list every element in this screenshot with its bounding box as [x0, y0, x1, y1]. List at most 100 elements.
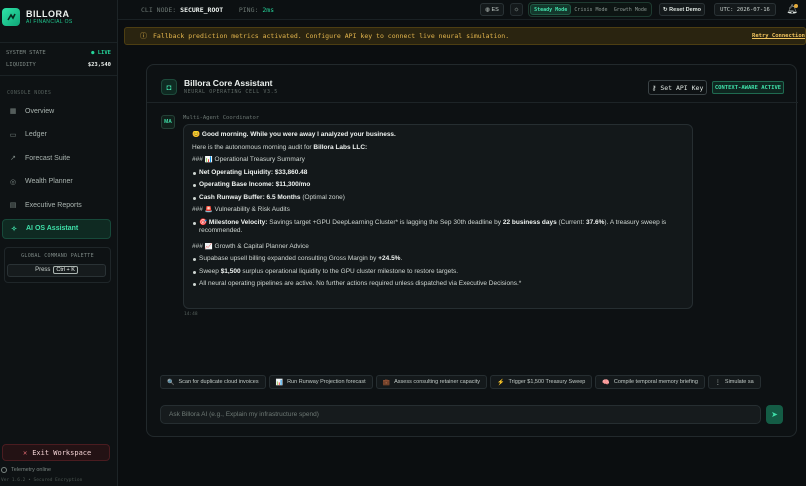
intro-line: Here is the autonomous morning audit for… [192, 144, 684, 157]
exit-workspace-button[interactable]: ✕ Exit Workspace [2, 444, 110, 461]
sidebar-item-label: Executive Reports [25, 201, 82, 209]
sidebar: BILLORA AI FINANCIAL OS SYSTEM STATE ● LI… [0, 0, 118, 486]
send-button[interactable]: ➤ [766, 405, 783, 424]
mode-switcher: Steady Mode Crisis Mode Growth Mode [528, 2, 652, 17]
metric-value: 6.5 Months [266, 193, 301, 201]
advice-text: Supabase upsell billing expanded consult… [199, 255, 379, 262]
list-item: Net Operating Liquidity: $33,860.48 [192, 169, 684, 182]
utc-clock: UTC: 2026-07-16 [714, 3, 776, 16]
metric-label: Operating Base Income: [199, 181, 274, 188]
console-nodes-label: CONSOLE NODES [7, 90, 52, 96]
sun-icon: ☼ [513, 6, 520, 13]
heading-growth: ### 📈 Growth & Capital Planner Advice [192, 242, 309, 250]
brand[interactable]: BILLORA AI FINANCIAL OS [0, 0, 117, 30]
reset-demo-button[interactable]: ↻ Reset Demo [659, 3, 705, 16]
percent-value: 37.6% [585, 218, 605, 226]
language-button[interactable]: ◍ ES [480, 3, 504, 16]
cli-status: CLI NODE: SECURE_ROOT PING: 2ms [141, 6, 274, 14]
palette-label: GLOBAL COMMAND PALETTE [21, 252, 94, 259]
telemetry-status: Telemetry online [1, 467, 51, 473]
palette-press-text: Press [35, 267, 51, 273]
sidebar-item-overview[interactable]: ▦ Overview [2, 101, 111, 121]
alert-message: Fallback prediction metrics activated. C… [153, 32, 510, 40]
advice-text: All neural operating pipelines are activ… [199, 280, 522, 287]
sidebar-item-label: AI OS Assistant [26, 225, 79, 232]
advice-text: surplus operational liquidity to the GPU… [240, 267, 459, 275]
list-item: Sweep $1,500 surplus operational liquidi… [192, 268, 684, 281]
metric-label: Net Operating Liquidity: [199, 168, 274, 176]
list-item: 🎯 Milestone Velocity: Savings target +GP… [192, 219, 684, 240]
version-text: Ver 1.6.2 • Secured Encryption [1, 478, 83, 483]
sidebar-item-ai-os-assistant[interactable]: ✧ AI OS Assistant [2, 218, 111, 239]
advice-text: . [400, 255, 403, 262]
list-item: Operating Base Income: $11,300/mo [192, 181, 684, 194]
liquidity-value: $23,540 [87, 62, 111, 68]
heading-treasury: ### 📊 Operational Treasury Summary [192, 156, 305, 163]
greeting-text: 😊 Good morning. While you were away I an… [192, 131, 396, 138]
fallback-alert: ⓘ Fallback prediction metrics activated.… [124, 27, 806, 45]
brand-subtitle: AI FINANCIAL OS [26, 19, 73, 25]
suggestion-chip[interactable]: 🧠 Compile temporal memory briefing [595, 375, 705, 389]
sidebar-item-label: Overview [25, 107, 55, 115]
key-icon: ⚷ [651, 83, 661, 92]
set-api-key-button[interactable]: ⚷ Set API Key [648, 80, 707, 95]
chip-icon: ⋮ [714, 379, 721, 386]
suggestion-chip[interactable]: 🔍 Scan for duplicate cloud invoices [160, 375, 266, 389]
theme-toggle[interactable]: ☼ [510, 3, 523, 16]
crisis-mode-button[interactable]: Crisis Mode [571, 4, 610, 15]
chat-input[interactable]: Ask Billora AI (e.g., Explain my infrast… [160, 405, 761, 424]
cli-label: CLI NODE: [141, 6, 177, 14]
sparkle-icon: ✧ [11, 225, 17, 233]
sidebar-nav: ▦ Overview ▭ Ledger ↗ Forecast Suite ◎ Wealth P… [0, 101, 117, 239]
target-icon: 🎯 [199, 218, 208, 226]
velocity-text: (Current: [556, 218, 586, 226]
steady-mode-button[interactable]: Steady Mode [530, 4, 572, 15]
ledger-icon: ▭ [9, 131, 17, 139]
context-aware-badge: CONTEXT-AWARE ACTIVE [712, 81, 784, 94]
coordinator-label: Multi-Agent Coordinator [183, 115, 260, 121]
trend-icon: ↗ [10, 155, 16, 162]
suggestion-chips: 🔍 Scan for duplicate cloud invoices 📊 Run R… [160, 375, 785, 389]
brand-name: BILLORA [26, 9, 70, 19]
chip-label: Simulate sa [724, 379, 754, 385]
telemetry-text: Telemetry online [11, 467, 52, 473]
command-palette: GLOBAL COMMAND PALETTE Press Ctrl + K [4, 246, 111, 283]
sidebar-item-ledger[interactable]: ▭ Ledger [2, 125, 111, 145]
chip-label: Run Runway Projection forecast [287, 379, 366, 385]
notifications-button[interactable]: 🔔︎ [784, 2, 800, 17]
chip-icon: 🔍 [167, 379, 175, 386]
suggestion-chip[interactable]: 📊 Run Runway Projection forecast [268, 375, 373, 389]
api-key-label: Set API Key [660, 83, 704, 92]
bot-icon: ◘ [161, 79, 177, 95]
chip-icon: 🧠 [602, 379, 610, 386]
assistant-subtitle: NEURAL OPERATING CELL V3.5 [184, 89, 278, 95]
liquidity-label: LIQUIDITY [6, 62, 36, 68]
ping-label: PING: [238, 6, 259, 14]
command-palette-button[interactable]: Press Ctrl + K [7, 263, 106, 277]
info-icon: ⓘ [140, 32, 147, 40]
sidebar-item-executive-reports[interactable]: ▤ Executive Reports [2, 195, 111, 215]
heading-risk: ### 🚨 Vulnerability & Risk Audits [192, 206, 290, 213]
days-value: 22 business days [502, 218, 557, 226]
system-panel: SYSTEM STATE ● LIVE LIQUIDITY $23,540 [0, 42, 117, 76]
retry-connection-link[interactable]: Retry Connection [752, 33, 805, 39]
chip-label: Scan for duplicate cloud invoices [178, 379, 259, 385]
greeting-line: 😊 Good morning. While you were away I an… [192, 131, 684, 144]
logo-icon [2, 8, 20, 26]
chip-icon: 💼 [382, 379, 391, 386]
sidebar-item-wealth-planner[interactable]: ◎ Wealth Planner [2, 172, 111, 192]
suggestion-chip[interactable]: 💼 Assess consulting retainer capacity [375, 375, 488, 389]
main-area: CLI NODE: SECURE_ROOT PING: 2ms ◍ ES ☼ S… [118, 0, 806, 486]
growth-mode-button[interactable]: Growth Mode [611, 4, 650, 15]
suggestion-chip[interactable]: ⚡ Trigger $1,500 Treasury Sweep [490, 375, 593, 389]
language-label: ES [491, 6, 499, 13]
suggestion-chip[interactable]: ⋮ Simulate sa [707, 375, 761, 389]
target-icon: ◎ [9, 178, 17, 186]
margin-value: +24.5% [378, 255, 401, 262]
sidebar-item-label: Forecast Suite [25, 154, 71, 162]
ping-value: 2ms [262, 6, 275, 14]
sidebar-item-forecast-suite[interactable]: ↗ Forecast Suite [2, 148, 111, 168]
metric-value: $11,300/mo [275, 181, 311, 188]
message-timestamp: 14:48 [184, 312, 198, 317]
sidebar-item-label: Ledger [25, 131, 47, 138]
